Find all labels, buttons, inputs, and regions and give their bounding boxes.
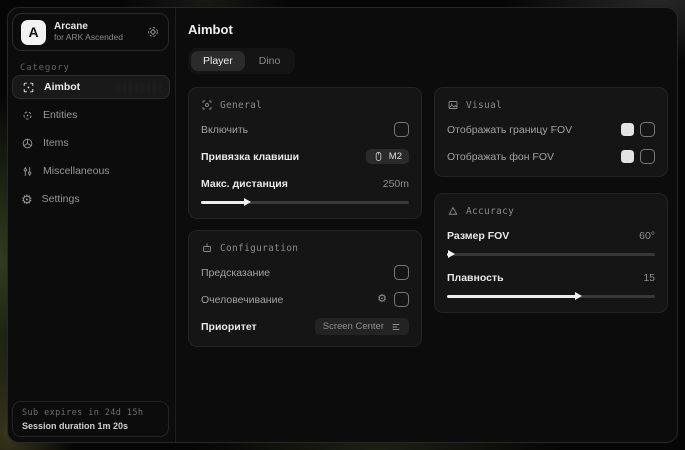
smoothness-value: 15: [643, 272, 655, 284]
bot-icon: [201, 242, 213, 254]
radar-icon: [21, 109, 34, 122]
sub-expires-text: Sub expires in 24d 15h: [22, 408, 159, 418]
sidebar-item-miscellaneous[interactable]: Miscellaneous: [12, 159, 170, 183]
sidebar-item-label: Aimbot: [44, 81, 80, 93]
sidebar-item-aimbot[interactable]: Aimbot: [12, 75, 170, 99]
fov-background-color-swatch[interactable]: [621, 150, 634, 163]
category-label: Category: [20, 63, 70, 73]
fov-border-row: Отображать границу FOV: [447, 121, 655, 138]
prediction-checkbox[interactable]: [394, 265, 409, 280]
sidebar-item-items[interactable]: Items: [12, 131, 170, 155]
package-icon: [21, 137, 34, 150]
distance-row: Макс. дистанция 250m: [201, 175, 409, 192]
sidebar-item-label: Settings: [42, 193, 80, 205]
left-column: General Включить Привязка клавиши: [188, 87, 422, 347]
priority-value: Screen Center: [323, 321, 384, 332]
session-duration-text: Session duration 1m 20s: [22, 421, 159, 431]
smoothness-row: Плавность 15: [447, 269, 655, 286]
humanization-label: Очеловечивание: [201, 294, 377, 306]
slider-fill: [201, 201, 247, 204]
visual-card-title: Visual: [466, 100, 502, 111]
slider-thumb[interactable]: [244, 198, 251, 206]
sidebar-item-label: Items: [43, 137, 69, 149]
image-icon: [447, 99, 459, 111]
distance-label: Макс. дистанция: [201, 178, 383, 190]
page-title: Aimbot: [188, 22, 668, 37]
fov-background-label: Отображать фон FOV: [447, 151, 621, 163]
prediction-row: Предсказание: [201, 264, 409, 281]
target-icon[interactable]: [146, 25, 160, 39]
accuracy-card: Accuracy Размер FOV 60° Плавность: [434, 193, 668, 313]
enable-label: Включить: [201, 124, 394, 136]
triangle-icon: [447, 205, 459, 217]
accuracy-card-header: Accuracy: [447, 205, 655, 217]
distance-value: 250m: [383, 178, 409, 190]
tab-dino[interactable]: Dino: [247, 51, 293, 71]
fov-border-checkbox[interactable]: [640, 122, 655, 137]
sidebar-nav: Aimbot Entities: [12, 75, 170, 215]
focus-icon: [201, 99, 213, 111]
enable-checkbox[interactable]: [394, 122, 409, 137]
distance-slider[interactable]: [201, 198, 409, 207]
right-column: Visual Отображать границу FOV Отображать…: [434, 87, 668, 313]
humanization-row: Очеловечивание ⚙: [201, 291, 409, 308]
app-subtitle: for ARK Ascended: [54, 33, 138, 43]
app-window: A Arcane for ARK Ascended Category: [7, 7, 678, 443]
configuration-card: Configuration Предсказание Очеловечивани…: [188, 230, 422, 347]
slider-thumb[interactable]: [575, 292, 582, 300]
card-columns: General Включить Привязка клавиши: [188, 87, 668, 347]
sliders-icon: [21, 165, 34, 178]
ghost-decoration: [117, 83, 161, 93]
slider-thumb[interactable]: [448, 250, 455, 258]
keybind-button[interactable]: M2: [366, 149, 409, 164]
keybind-row: Привязка клавиши M2: [201, 148, 409, 165]
screen: A Arcane for ARK Ascended Category: [0, 0, 685, 450]
tab-player[interactable]: Player: [191, 51, 245, 71]
general-card-title: General: [220, 100, 262, 111]
smoothness-label: Плавность: [447, 272, 643, 284]
keybind-label: Привязка клавиши: [201, 151, 366, 163]
smoothness-slider[interactable]: [447, 292, 655, 301]
general-card: General Включить Привязка клавиши: [188, 87, 422, 219]
crosshair-icon: [22, 81, 35, 94]
visual-card: Visual Отображать границу FOV Отображать…: [434, 87, 668, 177]
keybind-value: M2: [389, 151, 402, 162]
priority-row: Приоритет Screen Center: [201, 318, 409, 335]
subscription-footer: Sub expires in 24d 15h Session duration …: [12, 401, 169, 437]
sidebar: A Arcane for ARK Ascended Category: [8, 8, 176, 442]
configuration-card-title: Configuration: [220, 243, 298, 254]
main-panel: Aimbot Player Dino: [176, 8, 678, 442]
accuracy-card-title: Accuracy: [466, 206, 514, 217]
sidebar-item-label: Miscellaneous: [43, 165, 110, 177]
priority-dropdown[interactable]: Screen Center: [315, 318, 409, 335]
mouse-icon: [373, 151, 384, 162]
sidebar-item-label: Entities: [43, 109, 77, 121]
gear-icon: ⚙: [21, 193, 33, 206]
fov-background-checkbox[interactable]: [640, 149, 655, 164]
fov-border-color-swatch[interactable]: [621, 123, 634, 136]
app-header: A Arcane for ARK Ascended: [12, 13, 169, 51]
fov-border-label: Отображать границу FOV: [447, 124, 621, 136]
prediction-label: Предсказание: [201, 267, 394, 279]
fov-size-label: Размер FOV: [447, 230, 639, 242]
fov-size-row: Размер FOV 60°: [447, 227, 655, 244]
enable-row: Включить: [201, 121, 409, 138]
visual-card-header: Visual: [447, 99, 655, 111]
sidebar-item-entities[interactable]: Entities: [12, 103, 170, 127]
general-card-header: General: [201, 99, 409, 111]
humanization-checkbox[interactable]: [394, 292, 409, 307]
app-meta: Arcane for ARK Ascended: [54, 21, 138, 42]
sidebar-item-settings[interactable]: ⚙ Settings: [12, 187, 170, 211]
list-icon: [391, 322, 401, 332]
configuration-card-header: Configuration: [201, 242, 409, 254]
priority-label: Приоритет: [201, 321, 315, 333]
fov-size-slider[interactable]: [447, 250, 655, 259]
humanization-settings-icon[interactable]: ⚙: [377, 294, 387, 305]
fov-background-row: Отображать фон FOV: [447, 148, 655, 165]
slider-fill: [447, 295, 578, 298]
app-logo: A: [21, 20, 46, 45]
tab-bar: Player Dino: [188, 48, 295, 74]
fov-size-value: 60°: [639, 230, 655, 242]
slider-track: [447, 253, 655, 256]
